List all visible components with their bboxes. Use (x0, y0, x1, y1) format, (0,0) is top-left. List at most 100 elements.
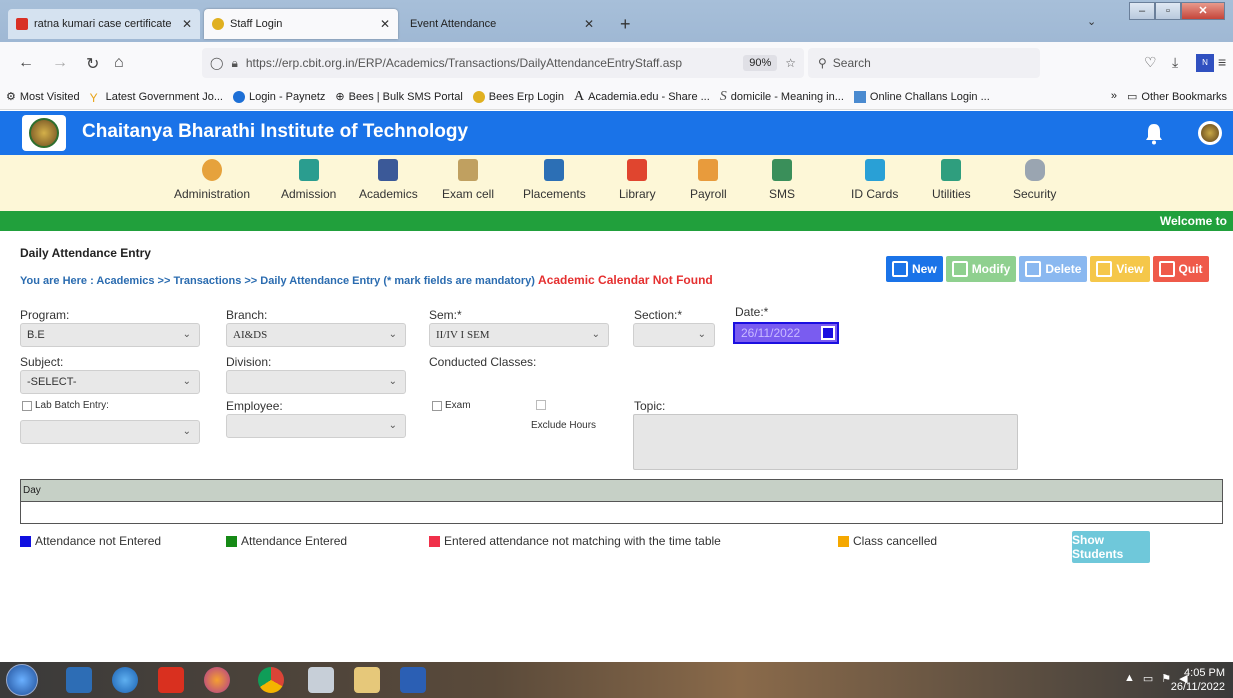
tab-event-attendance[interactable]: Event Attendance ✕ (402, 9, 602, 39)
checkbox[interactable] (432, 400, 442, 411)
window-close-button[interactable]: ✕ (1181, 2, 1225, 20)
bookmark-star-icon[interactable]: ☆ (785, 56, 796, 70)
quit-button[interactable]: Quit (1152, 256, 1209, 282)
calendar-icon[interactable] (821, 326, 835, 340)
search-input[interactable]: ⚲ Search (808, 48, 1040, 78)
extension-icon[interactable]: N (1196, 54, 1214, 72)
new-tab-button[interactable]: + (620, 14, 631, 35)
file-explorer-icon[interactable] (354, 667, 380, 693)
bookmark-most-visited[interactable]: ⚙ Most Visited (6, 90, 80, 104)
lab-batch-select[interactable]: ⌄ (20, 420, 200, 444)
division-select[interactable]: ⌄ (226, 370, 406, 394)
topic-textarea[interactable] (633, 414, 1018, 470)
close-icon[interactable]: ✕ (182, 17, 192, 31)
folder-icon: ▭ (1127, 91, 1138, 103)
exam-cell-icon (458, 159, 478, 181)
menu-icon[interactable]: ≡ (1218, 54, 1226, 70)
bell-icon[interactable] (1144, 123, 1164, 145)
back-icon[interactable]: ← (18, 54, 34, 72)
sem-select[interactable]: II/IV I SEM ⌄ (429, 323, 609, 347)
employee-label: Employee: (226, 399, 283, 413)
maximize-button[interactable]: ▫ (1155, 2, 1181, 20)
academia-icon: A (573, 88, 585, 104)
legend-label: Entered attendance not matching with the… (444, 534, 721, 548)
button-label: Modify (971, 262, 1011, 276)
module-id-cards[interactable]: ID Cards (851, 159, 898, 201)
module-sms[interactable]: SMS (769, 159, 795, 201)
app-header: Chaitanya Bharathi Institute of Technolo… (0, 111, 1233, 155)
checkbox[interactable] (22, 400, 32, 411)
section-label: Section:* (634, 308, 683, 322)
close-icon[interactable]: ✕ (584, 17, 594, 31)
date-input[interactable]: 26/11/2022 (733, 322, 839, 344)
firefox-icon[interactable] (204, 667, 230, 693)
home-icon[interactable]: ⌂ (114, 54, 124, 72)
pocket-icon[interactable]: ♡ (1144, 54, 1157, 71)
acrobat-icon[interactable] (158, 667, 184, 693)
module-utilities[interactable]: Utilities (932, 159, 971, 201)
module-payroll[interactable]: Payroll (690, 159, 727, 201)
minimize-button[interactable]: – (1129, 2, 1155, 20)
subject-select[interactable]: -SELECT- ⌄ (20, 370, 200, 394)
avatar[interactable] (1198, 121, 1222, 145)
college-logo (22, 115, 66, 151)
module-library[interactable]: Library (619, 159, 656, 201)
lab-batch-checkbox[interactable]: Lab Batch Entry: (22, 400, 109, 411)
module-security[interactable]: Security (1013, 159, 1056, 201)
view-button[interactable]: View (1090, 256, 1150, 282)
start-button[interactable] (6, 664, 38, 696)
tab-gmail[interactable]: ratna kumari case certificate - a ✕ (8, 9, 200, 39)
module-academics[interactable]: Academics (359, 159, 418, 201)
conducted-classes-label: Conducted Classes: (429, 355, 537, 369)
breadcrumb: You are Here : Academics >> Transactions… (20, 273, 713, 287)
flag-icon[interactable]: ⚑ (1161, 672, 1171, 685)
branch-select[interactable]: AI&DS ⌄ (226, 323, 406, 347)
url-bar[interactable]: ◯ 🔒︎ https://erp.cbit.org.in/ERP/Academi… (202, 48, 804, 78)
button-label: View (1116, 262, 1144, 276)
show-students-button[interactable]: Show Students (1072, 531, 1150, 563)
delete-button[interactable]: Delete (1019, 256, 1088, 282)
employee-select[interactable]: ⌄ (226, 414, 406, 438)
forward-icon[interactable]: → (52, 54, 68, 72)
outlook-icon[interactable] (66, 667, 92, 693)
chevron-down-icon: ⌄ (388, 329, 397, 340)
reload-icon[interactable]: ↻ (86, 54, 99, 74)
internet-explorer-icon[interactable] (112, 667, 138, 693)
legend-label: Attendance Entered (241, 534, 348, 548)
close-icon[interactable]: ✕ (380, 17, 390, 31)
network-icon[interactable]: ▭ (1143, 672, 1153, 685)
module-admission[interactable]: Admission (281, 159, 336, 201)
section-select[interactable]: ⌄ (633, 323, 715, 347)
clock[interactable]: 4:05 PM 26/11/2022 (1171, 666, 1225, 694)
bookmark-govt-jobs[interactable]: Y Latest Government Jo... (90, 91, 223, 105)
bookmark-bees-erp[interactable]: Bees Erp Login (472, 90, 564, 103)
more-bookmarks-chevron-icon[interactable]: » (1111, 90, 1117, 103)
subject-label: Subject: (20, 355, 64, 369)
new-button[interactable]: New (886, 256, 943, 282)
bookmark-academia[interactable]: A Academia.edu - Share ... (574, 89, 710, 105)
other-bookmarks[interactable]: ▭ Other Bookmarks (1127, 90, 1227, 104)
database-icon (1024, 159, 1045, 181)
list-tabs-chevron-icon[interactable]: ⌄ (1087, 15, 1096, 28)
bookmark-bees-sms[interactable]: ⊕ Bees | Bulk SMS Portal (335, 90, 462, 104)
word-icon[interactable] (400, 667, 426, 693)
checkbox[interactable] (536, 400, 546, 410)
calculator-icon[interactable] (308, 667, 334, 693)
chevron-down-icon: ⌄ (697, 329, 706, 340)
bookmark-challans[interactable]: Online Challans Login ... (853, 90, 990, 103)
module-placements[interactable]: Placements (523, 159, 586, 201)
modify-button[interactable]: Modify (945, 256, 1017, 282)
bookmark-domicile[interactable]: Sdomicile - Meaning in... (720, 89, 844, 105)
module-exam-cell[interactable]: Exam cell (442, 159, 494, 201)
program-select[interactable]: B.E ⌄ (20, 323, 200, 347)
url-text[interactable]: https://erp.cbit.org.in/ERP/Academics/Tr… (246, 56, 735, 70)
exam-checkbox[interactable]: Exam (432, 400, 471, 411)
tab-staff-login[interactable]: Staff Login ✕ (204, 9, 398, 39)
zoom-level[interactable]: 90% (743, 55, 778, 71)
exclude-hours-checkbox[interactable] (536, 400, 546, 410)
chevron-up-icon[interactable]: ▲ (1124, 672, 1135, 685)
downloads-icon[interactable]: ⤓ (1172, 54, 1178, 71)
bookmark-paynetz[interactable]: Login - Paynetz (232, 90, 325, 103)
chrome-icon[interactable] (258, 667, 284, 693)
module-administration[interactable]: Administration (174, 159, 250, 201)
